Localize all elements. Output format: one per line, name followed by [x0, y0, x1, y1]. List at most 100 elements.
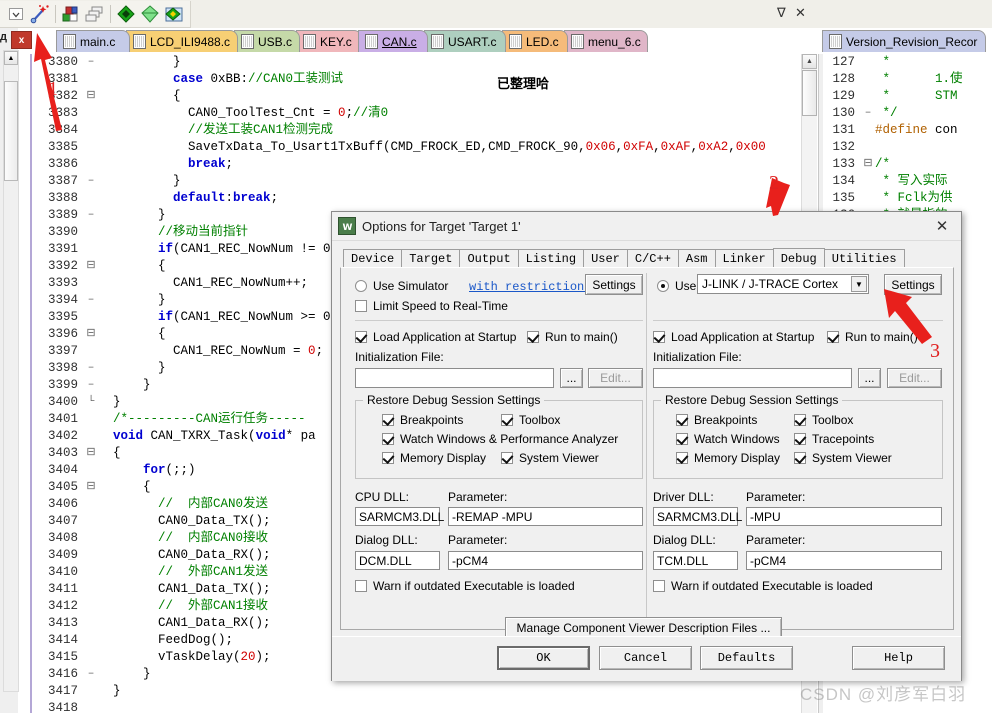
- init-file-input-right[interactable]: [653, 368, 852, 388]
- fold-marker[interactable]: ⊟: [84, 258, 98, 275]
- defaults-button[interactable]: Defaults: [700, 646, 793, 670]
- dialog-tab-device[interactable]: Device: [343, 249, 403, 268]
- restore-watch-windows-left[interactable]: Watch Windows & Performance Analyzer: [382, 432, 618, 446]
- restore-watch-windows-right[interactable]: Watch Windows: [676, 432, 780, 446]
- tab-key-c[interactable]: KEY.c: [296, 30, 362, 52]
- driver-settings-button[interactable]: Settings: [884, 274, 942, 295]
- fold-marker[interactable]: ⊟: [84, 88, 98, 105]
- cpu-param-input[interactable]: -REMAP -MPU: [448, 507, 643, 526]
- warn-outdated-checkbox-left[interactable]: Warn if outdated Executable is loaded: [355, 579, 575, 593]
- limit-speed-checkbox[interactable]: Limit Speed to Real-Time: [355, 299, 508, 313]
- run-to-main-checkbox-left[interactable]: Run to main(): [527, 330, 618, 344]
- chevron-down-icon[interactable]: ▼: [851, 276, 867, 292]
- fold-marker[interactable]: –: [84, 666, 98, 683]
- restore-memory-display-left[interactable]: Memory Display: [382, 451, 486, 465]
- dialog-param-input-left[interactable]: -pCM4: [448, 551, 643, 570]
- restore-toolbox-left[interactable]: Toolbox: [501, 413, 560, 427]
- cancel-button[interactable]: Cancel: [599, 646, 692, 670]
- combo-dropdown-button[interactable]: [4, 2, 28, 26]
- checkbox-indicator: [653, 580, 665, 592]
- ok-button[interactable]: OK: [497, 646, 590, 670]
- driver-param-input[interactable]: -MPU: [746, 507, 942, 526]
- fold-marker[interactable]: └: [84, 394, 98, 411]
- browse-label: ...: [864, 371, 875, 385]
- restore-toolbox-right[interactable]: Toolbox: [794, 413, 853, 427]
- batch-build-icon[interactable]: [83, 2, 107, 26]
- scroll-up-icon[interactable]: ▲: [802, 54, 817, 69]
- fold-marker[interactable]: –: [861, 105, 875, 122]
- annotation-number-3: 3: [930, 340, 940, 362]
- scrollbar-thumb[interactable]: [4, 81, 18, 181]
- line-number: 3407: [32, 513, 84, 530]
- tab-list-button[interactable]: ∇: [777, 5, 786, 21]
- fold-marker[interactable]: –: [84, 377, 98, 394]
- dialog-dll-input-left[interactable]: DCM.DLL: [355, 551, 440, 570]
- dialog-tab-debug[interactable]: Debug: [772, 248, 825, 269]
- restore-system-viewer-right[interactable]: System Viewer: [794, 451, 892, 465]
- run-to-main-checkbox-right[interactable]: Run to main(): [827, 330, 918, 344]
- dialog-tab-output[interactable]: Output: [459, 249, 519, 268]
- simulator-settings-button[interactable]: Settings: [585, 274, 643, 295]
- tab-led-c[interactable]: LED.c: [502, 30, 568, 52]
- tab-lcd-ili9488-c[interactable]: LCD_ILI9488.c: [126, 30, 238, 52]
- project-panel-scrollbar[interactable]: ▲: [3, 50, 19, 692]
- use-driver-radio[interactable]: Use:: [657, 279, 700, 293]
- tab-close-button[interactable]: ✕: [795, 5, 806, 21]
- build-target-icon[interactable]: [59, 2, 83, 26]
- driver-dll-input[interactable]: SARMCM3.DLL: [653, 507, 742, 526]
- checkbox-indicator: [355, 300, 367, 312]
- fold-marker[interactable]: –: [84, 360, 98, 377]
- init-file-browse-button-right[interactable]: ...: [858, 368, 881, 388]
- options-for-target-dialog[interactable]: W Options for Target 'Target 1' ✕ Device…: [331, 211, 962, 681]
- fold-marker[interactable]: –: [84, 292, 98, 309]
- tab-menu-6-c[interactable]: menu_6.c: [564, 30, 648, 52]
- dialog-dll-input-right[interactable]: TCM.DLL: [653, 551, 738, 570]
- fold-marker[interactable]: –: [84, 54, 98, 71]
- project-panel-close-button[interactable]: x: [11, 31, 32, 49]
- load-app-checkbox-right[interactable]: Load Application at Startup: [653, 330, 814, 344]
- pack-installer-icon[interactable]: [162, 2, 186, 26]
- manage-components-icon[interactable]: [138, 2, 162, 26]
- options-target-icon[interactable]: [114, 2, 138, 26]
- tab-usb-c[interactable]: USB.c: [234, 30, 300, 52]
- with-restrictions-link[interactable]: with restrictions: [469, 280, 591, 294]
- init-file-edit-button-left[interactable]: Edit...: [588, 368, 643, 388]
- help-button[interactable]: Help: [852, 646, 945, 670]
- cpu-dll-input[interactable]: SARMCM3.DLL: [355, 507, 444, 526]
- fold-marker[interactable]: ⊟: [84, 479, 98, 496]
- scroll-up-icon[interactable]: ▲: [4, 51, 18, 65]
- init-file-browse-button-left[interactable]: ...: [560, 368, 583, 388]
- dialog-param-input-right[interactable]: -pCM4: [746, 551, 942, 570]
- dialog-tab-asm[interactable]: Asm: [677, 249, 716, 268]
- dialog-tab-user[interactable]: User: [583, 249, 628, 268]
- scrollbar-thumb[interactable]: [802, 70, 817, 116]
- init-file-edit-button-right[interactable]: Edit...: [887, 368, 942, 388]
- tab-usart-c[interactable]: USART.c: [424, 30, 506, 52]
- wand-icon[interactable]: [28, 2, 52, 26]
- restore-breakpoints-left[interactable]: Breakpoints: [382, 413, 463, 427]
- fold-marker[interactable]: ⊟: [861, 156, 875, 173]
- use-simulator-radio[interactable]: Use Simulator: [355, 279, 448, 293]
- fold-marker[interactable]: ⊟: [84, 326, 98, 343]
- restore-breakpoints-right[interactable]: Breakpoints: [676, 413, 757, 427]
- fold-marker[interactable]: ⊟: [84, 445, 98, 462]
- restore-memory-display-right[interactable]: Memory Display: [676, 451, 780, 465]
- tab-version-revision-record[interactable]: Version_Revision_Recor: [822, 30, 987, 52]
- dialog-tab-listing[interactable]: Listing: [517, 249, 585, 268]
- init-file-input-left[interactable]: [355, 368, 554, 388]
- tab-can-c[interactable]: CAN.c: [358, 30, 428, 52]
- fold-marker[interactable]: –: [84, 173, 98, 190]
- dialog-tab-utilities[interactable]: Utilities: [823, 249, 905, 268]
- tab-main-c[interactable]: main.c: [56, 30, 130, 52]
- dialog-tab-linker[interactable]: Linker: [714, 249, 774, 268]
- restore-tracepoints-right[interactable]: Tracepoints: [794, 432, 874, 446]
- load-app-checkbox-left[interactable]: Load Application at Startup: [355, 330, 516, 344]
- fold-marker[interactable]: –: [84, 207, 98, 224]
- checkbox-indicator: [382, 433, 394, 445]
- dialog-close-button[interactable]: ✕: [927, 216, 957, 236]
- warn-outdated-checkbox-right[interactable]: Warn if outdated Executable is loaded: [653, 579, 873, 593]
- restore-system-viewer-left[interactable]: System Viewer: [501, 451, 599, 465]
- debug-driver-select[interactable]: J-LINK / J-TRACE Cortex ▼: [697, 274, 869, 294]
- dialog-tab-c-c-[interactable]: C/C++: [626, 249, 679, 268]
- dialog-tab-target[interactable]: Target: [401, 249, 461, 268]
